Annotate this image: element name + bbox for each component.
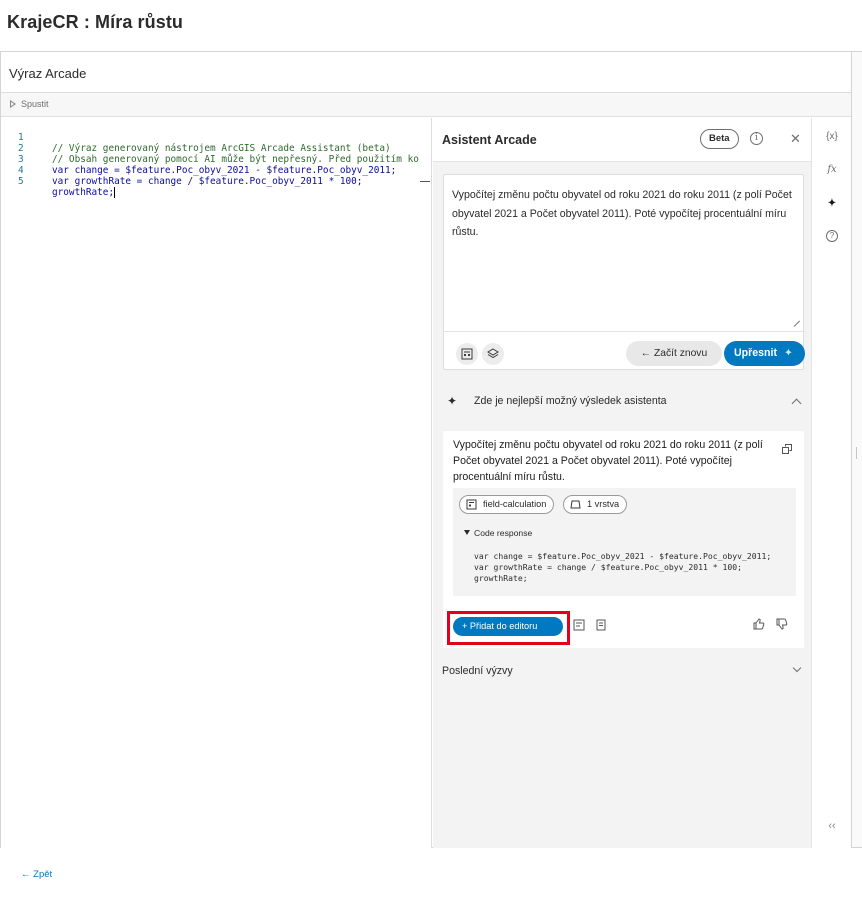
sparkle-icon: ✦ [784, 347, 793, 359]
beta-badge: Beta [700, 129, 739, 149]
run-button[interactable]: Spustit [10, 99, 49, 109]
caret-down-icon [464, 530, 470, 535]
field-calculation-chip[interactable]: field-calculation [459, 495, 555, 514]
calculator-icon [466, 499, 477, 510]
panel-header: Výraz Arcade [1, 52, 851, 93]
help-icon[interactable]: ? [812, 230, 852, 242]
collapse-icon[interactable]: ‹‹ [812, 820, 852, 832]
assistant-title: Asistent Arcade [442, 133, 537, 147]
layers-button[interactable] [482, 343, 504, 365]
code-text-with-cursor: growthRate; [52, 187, 116, 198]
assistant-header: Asistent Arcade Beta i ✕ [433, 118, 811, 162]
code-text: // Obsah generovaný pomocí AI může být n… [52, 154, 419, 165]
add-to-editor-button[interactable]: + Přidat do editoru [453, 617, 563, 636]
explain-code-icon[interactable] [573, 619, 585, 631]
arcade-assistant-panel: Asistent Arcade Beta i ✕ Vypočítej změnu… [433, 118, 811, 848]
text-cursor [114, 187, 116, 198]
refine-label: Upřesnit [734, 347, 777, 359]
side-rail: {x} fx ✦ ? ‹‹ [811, 118, 851, 848]
assistant-icon[interactable]: ✦ [812, 198, 852, 209]
functions-icon[interactable]: fx [812, 164, 852, 175]
code-response-toggle[interactable]: Code response [464, 528, 532, 538]
chevron-up-icon [791, 398, 802, 409]
field-calculation-button[interactable] [456, 343, 478, 365]
prompt-card: Vypočítej změnu počtu obyvatel od roku 2… [443, 174, 805, 370]
code-response-label: Code response [474, 528, 533, 538]
chip-label: 1 vrstva [587, 499, 620, 509]
code-response-box: field-calculation 1 vrstva Code response… [453, 488, 796, 596]
thumbs-up-icon[interactable] [753, 618, 765, 630]
document-icon[interactable] [595, 619, 607, 631]
resize-grip [856, 447, 857, 459]
scroll-indicator [420, 181, 430, 182]
close-icon[interactable]: ✕ [790, 131, 801, 147]
calculator-icon [461, 348, 473, 360]
restart-button[interactable]: ← Začít znovu [626, 341, 722, 366]
line-number: 5 [18, 176, 24, 187]
code-text: var growthRate = change / $feature.Poc_o… [52, 176, 363, 187]
code-response: var change = $feature.Poc_obyv_2021 - $f… [474, 551, 772, 583]
copy-icon[interactable] [782, 444, 793, 455]
editor-toolbar: Spustit [1, 93, 851, 117]
back-link[interactable]: ← Zpět [21, 869, 52, 880]
code-line: 3 var change = $feature.Poc_obyv_2021 - … [1, 143, 396, 176]
result-card: Vypočítej změnu počtu obyvatel od roku 2… [443, 431, 804, 648]
result-prompt-text: Vypočítej změnu počtu obyvatel od roku 2… [453, 439, 763, 483]
arcade-expression-panel: Výraz Arcade Spustit 1 // Výraz generova… [0, 51, 852, 848]
layers-icon [487, 348, 499, 359]
layer-icon [570, 500, 581, 509]
code-line: 2 // Obsah generovaný pomocí AI může být… [1, 132, 419, 165]
code-text: // Výraz generovaný nástrojem ArcGIS Arc… [52, 143, 391, 154]
layer-count-chip[interactable]: 1 vrstva [563, 495, 628, 514]
panel-resizer[interactable] [852, 51, 862, 848]
result-section-header[interactable]: ✦ Zde je nejlepší možný výsledek asisten… [433, 380, 811, 420]
prompt-textarea[interactable]: Vypočítej změnu počtu obyvatel od roku 2… [452, 186, 797, 242]
resize-handle[interactable] [794, 320, 801, 327]
result-section-title: Zde je nejlepší možný výsledek asistenta [474, 395, 667, 407]
run-button-label: Spustit [21, 99, 49, 109]
refine-button[interactable]: Upřesnit ✦ [724, 341, 805, 366]
sparkle-icon: ✦ [447, 394, 458, 408]
chevron-down-icon [792, 663, 802, 673]
code-line: 1 // Výraz generovaný nástrojem ArcGIS A… [1, 121, 391, 154]
divider [444, 331, 803, 332]
code-text: var change = $feature.Poc_obyv_2021 - $f… [52, 165, 397, 176]
help-icon-glyph: ? [826, 230, 838, 242]
thumbs-down-icon[interactable] [776, 618, 788, 630]
page-title: KrajeCR : Míra růstu [7, 12, 184, 32]
code-text: growthRate; [52, 187, 115, 198]
panel-title: Výraz Arcade [9, 66, 87, 81]
code-editor[interactable]: 1 // Výraz generovaný nástrojem ArcGIS A… [1, 118, 432, 848]
code-line: 5 growthRate; [1, 165, 116, 198]
variables-icon[interactable]: {x} [812, 131, 852, 142]
recent-prompts-label: Poslední výzvy [442, 665, 513, 677]
recent-prompts-section[interactable]: Poslední výzvy [433, 655, 811, 685]
info-icon[interactable]: i [750, 132, 763, 145]
code-line: 4 var growthRate = change / $feature.Poc… [1, 154, 362, 187]
chip-label: field-calculation [483, 499, 547, 509]
play-icon [10, 100, 16, 108]
